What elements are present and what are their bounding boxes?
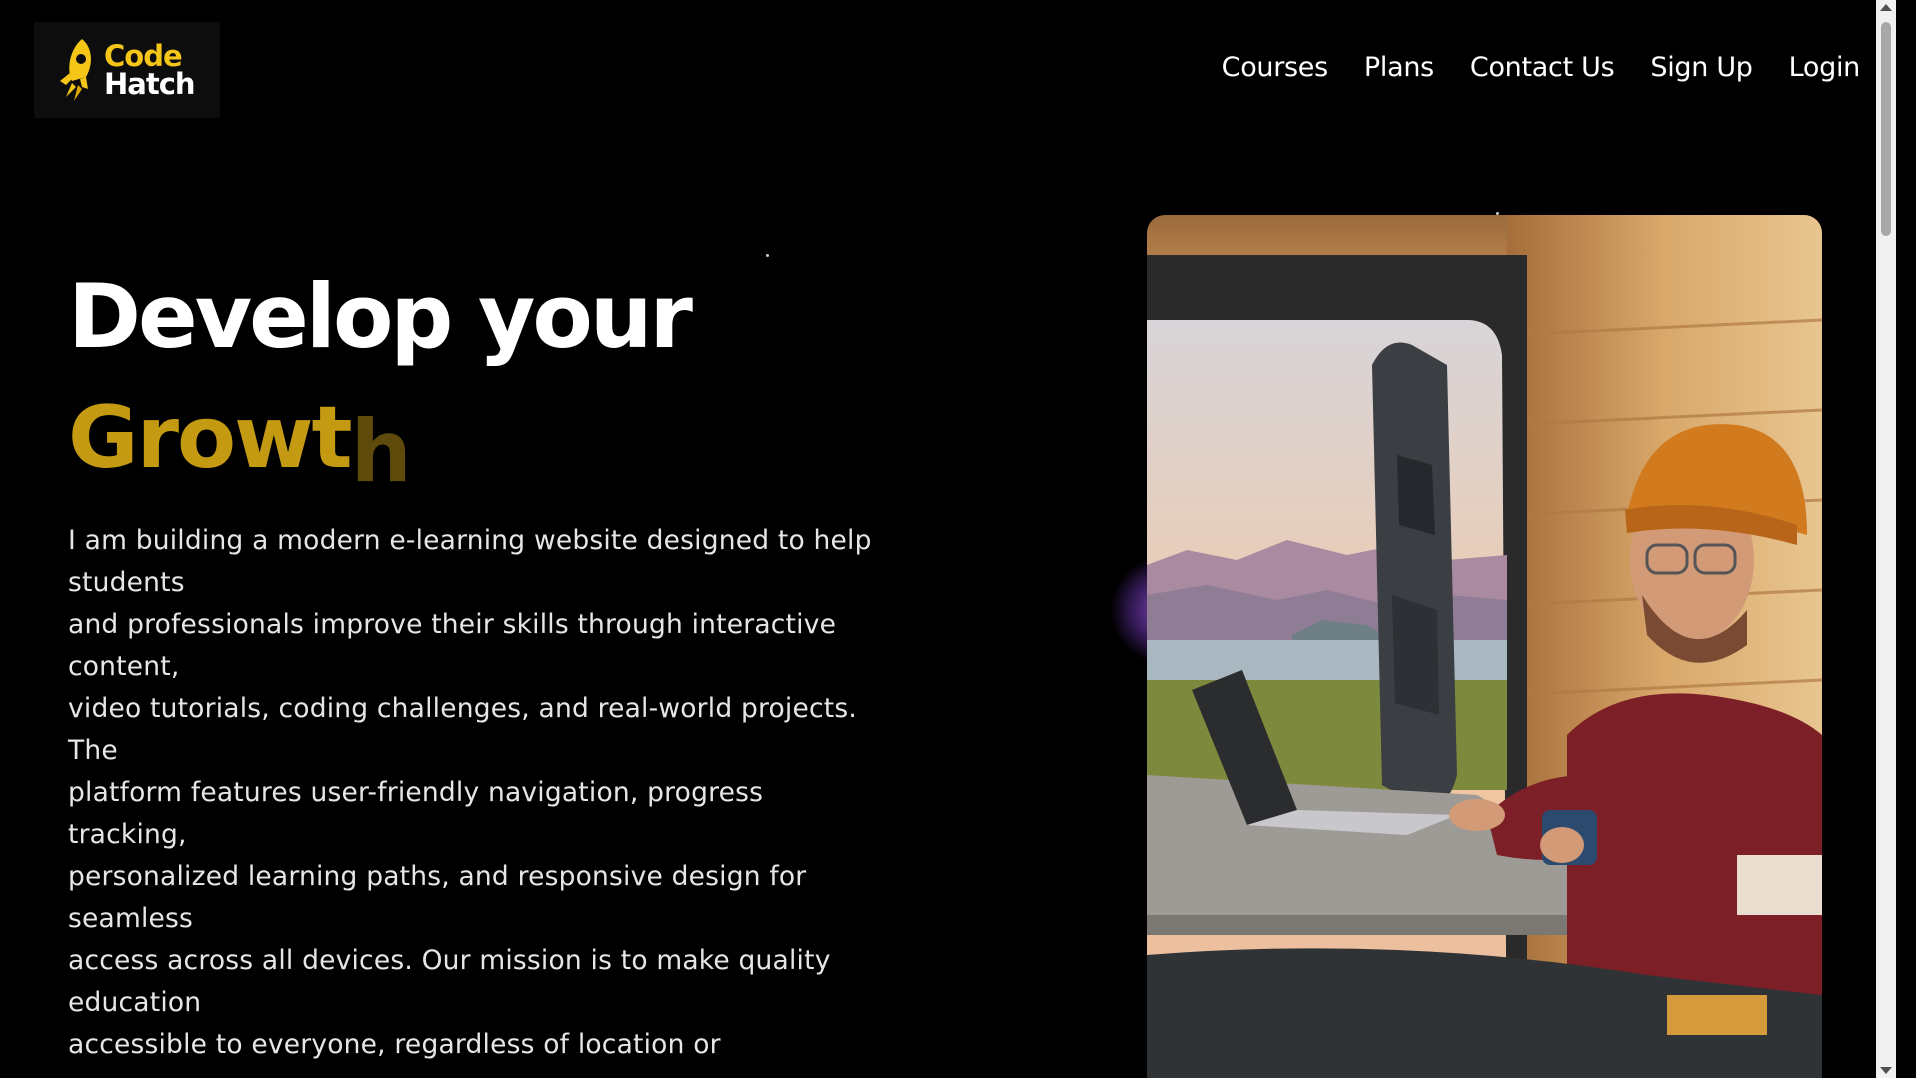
page-scrollbar[interactable] [1876,0,1896,1078]
nav-contact-us[interactable]: Contact Us [1470,52,1615,83]
scroll-down-arrow-icon[interactable] [1880,1067,1892,1074]
rocket-icon [60,39,91,101]
hero-description: I am building a modern e-learning websit… [68,520,948,1066]
brand-wordmark: Code Hatch [104,39,196,101]
hero-image [1147,215,1822,1078]
hero-title: Develop your [68,265,693,368]
description-line: I am building a modern e-learning websit… [68,525,872,556]
description-line: content, [68,651,180,682]
description-line: access across all devices. Our mission i… [68,945,831,976]
nav-login[interactable]: Login [1789,52,1861,83]
description-line: platform features user-friendly navigati… [68,777,764,808]
man-with-laptop-in-van-photo [1147,215,1822,1078]
description-line: personalized learning paths, and respons… [68,861,807,892]
description-line: education [68,987,202,1018]
brand-name-line2: Hatch [104,67,196,101]
brand-logo[interactable]: Code Hatch [34,22,220,118]
description-line: seamless [68,903,194,934]
description-line: and professionals improve their skills t… [68,609,837,640]
nav-sign-up[interactable]: Sign Up [1650,52,1753,83]
main-nav: Courses Plans Contact Us Sign Up Login [1222,52,1861,83]
description-line: The [68,735,118,766]
hero-accent-typing: h [350,402,412,502]
description-line: accessible to everyone, regardless of lo… [68,1029,721,1060]
description-line: students [68,567,185,598]
description-line: video tutorials, coding challenges, and … [68,693,857,724]
nav-plans[interactable]: Plans [1364,52,1434,83]
description-line: tracking, [68,819,187,850]
scroll-up-arrow-icon[interactable] [1880,4,1892,11]
star-decoration [766,254,769,257]
scroll-thumb[interactable] [1881,22,1891,236]
brand-name-line1: Code [104,39,183,73]
hero-accent-main: Growt [68,388,353,488]
hero-accent-word: Growt h [68,388,412,502]
nav-courses[interactable]: Courses [1222,52,1329,83]
landing-page: Code Hatch Courses Plans Contact Us Sign… [0,0,1896,1078]
